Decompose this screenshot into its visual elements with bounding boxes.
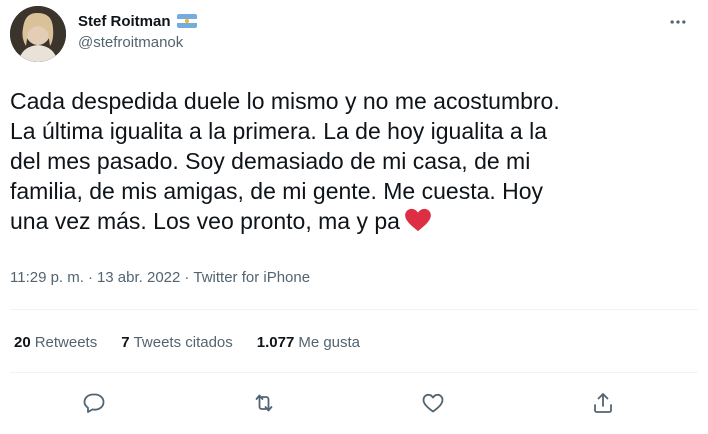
like-button[interactable] [414,384,452,422]
more-icon [670,20,686,24]
retweets-count: 20 [14,334,31,351]
divider [10,309,698,310]
retweet-icon [255,394,273,412]
likes-count: 1.077 [256,334,295,351]
tweet-time[interactable]: 11:29 p. m. [10,269,84,286]
like-icon [422,393,444,413]
reply-icon [83,393,105,413]
avatar-photo [10,6,66,62]
quotes-count: 7 [121,334,130,351]
reply-button[interactable] [76,384,114,422]
tweet-source[interactable]: Twitter for iPhone [193,269,310,286]
tweet-header: Stef Roitman @stefroitmanok [10,6,698,64]
tweet-meta: 11:29 p. m. · 13 abr. 2022 · Twitter for… [10,269,310,286]
argentina-flag-icon [176,14,197,28]
avatar[interactable] [10,6,66,62]
likes-label: Me gusta [298,334,361,351]
tweet-body: Cada despedida duele lo mismo y no me ac… [10,88,560,234]
tweet-text: Cada despedida duele lo mismo y no me ac… [10,86,690,236]
author-handle[interactable]: @stefroitmanok [78,34,197,51]
display-name[interactable]: Stef Roitman [78,13,171,30]
retweets-stat[interactable]: 20 Retweets [14,334,97,351]
share-button[interactable] [584,384,622,422]
divider [10,372,698,373]
likes-stat[interactable]: 1.077 Me gusta [257,334,360,351]
tweet-stats: 20 Retweets 7 Tweets citados 1.077 Me gu… [14,334,360,351]
quotes-stat[interactable]: 7 Tweets citados [121,334,233,351]
share-icon [594,393,612,413]
author-info: Stef Roitman @stefroitmanok [78,10,197,51]
quotes-label: Tweets citados [133,334,233,351]
meta-separator: · [87,269,93,286]
meta-separator: · [184,269,190,286]
retweets-label: Retweets [34,334,98,351]
red-heart-icon [405,208,431,232]
retweet-button[interactable] [245,384,283,422]
more-options-button[interactable] [664,8,692,36]
tweet-actions [0,384,708,424]
tweet-date[interactable]: 13 abr. 2022 [97,269,180,286]
